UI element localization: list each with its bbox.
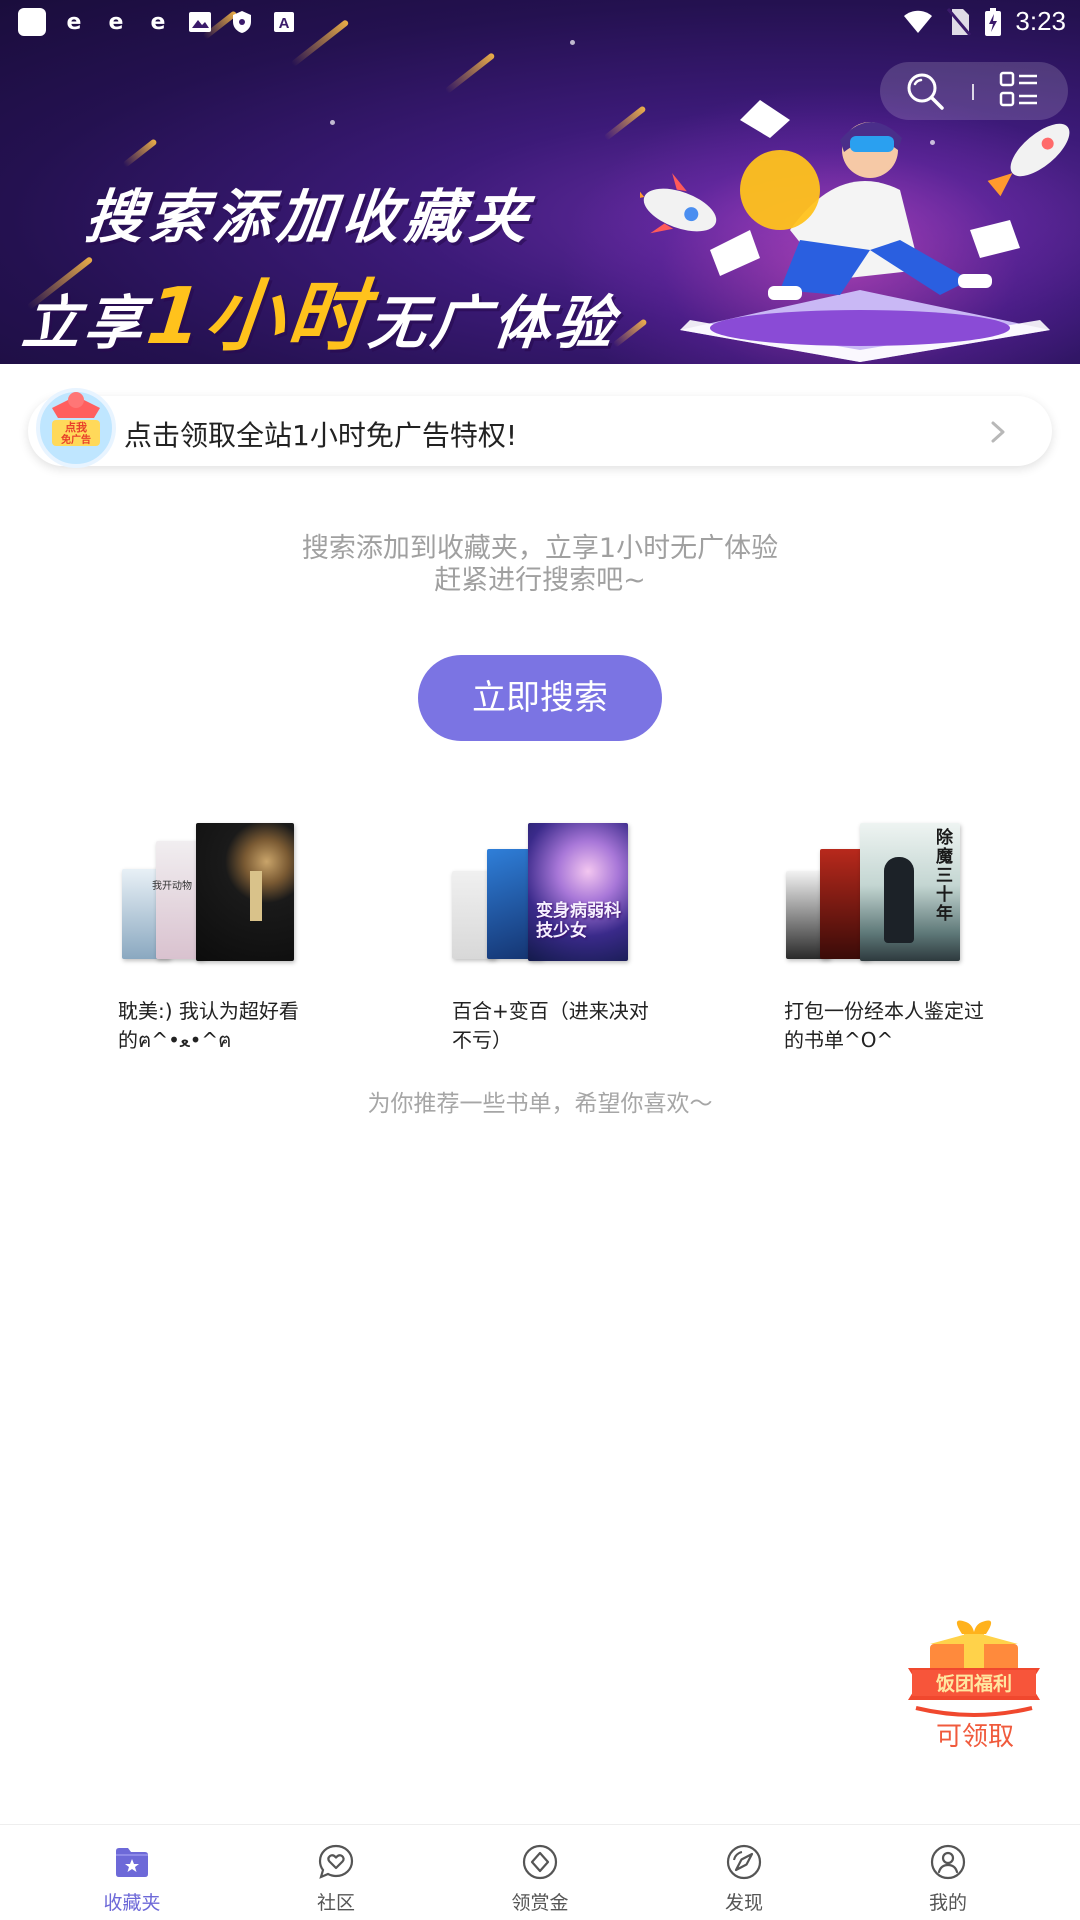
- booklist-card[interactable]: 除魔三十年 打包一份经本人鉴定过的书单^O^: [784, 820, 1004, 1055]
- image-icon: [186, 8, 214, 36]
- user-profile-icon: [930, 1844, 966, 1880]
- diamond-coin-icon: [522, 1844, 558, 1880]
- booklist-card[interactable]: 变身病弱科技少女 百合+变百（进来决对不亏）: [452, 820, 672, 1055]
- promo-text: 点击领取全站1小时免广告特权!: [124, 419, 518, 452]
- tab-label: 领赏金: [511, 1892, 569, 1914]
- status-notification-icons: e e e A: [18, 8, 298, 36]
- gift-badge-icon: 点我 免广告: [36, 388, 116, 468]
- font-icon: A: [270, 8, 298, 36]
- booklist-covers: 我开动物: [118, 820, 308, 965]
- booklist-card[interactable]: 我开动物 耽美:) 我认为超好看的ฅ^•ﻌ•^ฅ: [118, 820, 338, 1055]
- status-system-icons: 3:23: [903, 6, 1066, 37]
- clock-time: 3:23: [1015, 6, 1066, 36]
- meteor-decoration: [444, 52, 496, 94]
- gift-claim-label[interactable]: 可领取: [905, 1716, 1045, 1753]
- banner-line-2-prefix: 立享: [19, 289, 151, 357]
- heart-chat-icon: [318, 1844, 354, 1879]
- search-now-button[interactable]: 立即搜索: [418, 655, 662, 741]
- tab-favorites[interactable]: 收藏夹: [24, 1825, 240, 1920]
- banner-line-2-highlight: 1小时: [142, 272, 375, 362]
- tab-label: 我的: [928, 1892, 967, 1914]
- ie-icon: e: [66, 9, 82, 35]
- ie-icon: e: [150, 9, 166, 35]
- cover-title-strip: [250, 871, 262, 921]
- banner-line-1: 搜索添加收藏夹: [81, 183, 538, 251]
- book-cover-main: 除魔三十年: [860, 823, 960, 961]
- ad-free-promo-bar[interactable]: 点我 免广告 点击领取全站1小时免广告特权!: [28, 388, 1052, 468]
- star-decoration: [330, 120, 335, 125]
- app-square-icon: [18, 8, 46, 36]
- favorites-folder-icon: [116, 1848, 148, 1877]
- booklist-caption: 打包一份经本人鉴定过的书单^O^: [784, 999, 984, 1052]
- banner-line-2: 立享1小时无广体验: [18, 254, 624, 364]
- tab-label: 收藏夹: [103, 1892, 161, 1914]
- badge-text-bottom: 免广告: [61, 433, 91, 446]
- app-root: e e e A 3:23 搜索添加收藏夹 立享1小时无广体验 点我 免广告 点击…: [0, 0, 1080, 1920]
- banner-line-2-suffix: 无广体验: [365, 289, 621, 357]
- status-bar: e e e A 3:23: [0, 0, 1080, 48]
- book-cover-title: 变身病弱科技少女: [536, 901, 621, 941]
- booklist-covers: 除魔三十年: [784, 820, 974, 965]
- recommend-hint: 为你推荐一些书单，希望你喜欢～: [367, 1091, 713, 1117]
- meteor-decoration: [122, 138, 158, 168]
- cover-figure: [884, 857, 914, 943]
- badge-text-top: 点我: [65, 420, 87, 434]
- bottom-navigation: 收藏夹 社区 领赏金 发现 我的: [0, 1824, 1080, 1920]
- ie-icon: e: [108, 9, 124, 35]
- shield-icon: [228, 8, 256, 36]
- tab-discover[interactable]: 发现: [636, 1825, 852, 1920]
- booklist-covers: 变身病弱科技少女: [452, 820, 642, 965]
- chevron-right-icon: [991, 421, 1005, 443]
- book-cover-title: 我开动物: [152, 881, 192, 892]
- booklist-caption: 耽美:) 我认为超好看的ฅ^•ﻌ•^ฅ: [118, 999, 299, 1052]
- book-cover-main: 我开动物: [152, 823, 294, 961]
- gift-banner-text: 饭团福利: [935, 1672, 1012, 1695]
- tab-label: 社区: [316, 1892, 355, 1914]
- svg-text:A: A: [279, 15, 290, 32]
- wifi-icon: [904, 10, 933, 33]
- reading-kid-illustration: [640, 100, 1070, 362]
- book-cover-main: 变身病弱科技少女: [528, 823, 628, 961]
- empty-state-line-2: 赶紧进行搜索吧~: [434, 565, 646, 596]
- tab-bounty[interactable]: 领赏金: [432, 1825, 648, 1920]
- hero-banner[interactable]: e e e A 3:23 搜索添加收藏夹 立享1小时无广体验: [0, 0, 1080, 364]
- tab-profile[interactable]: 我的: [840, 1825, 1056, 1920]
- book-cover-title: 除魔三十年: [936, 828, 953, 924]
- booklist-caption: 百合+变百（进来决对不亏）: [452, 999, 649, 1052]
- tab-label: 发现: [724, 1892, 763, 1914]
- no-sim-icon: [947, 7, 972, 36]
- compass-icon: [726, 1844, 762, 1880]
- tab-community[interactable]: 社区: [228, 1825, 444, 1920]
- battery-charging-icon: [985, 7, 1002, 36]
